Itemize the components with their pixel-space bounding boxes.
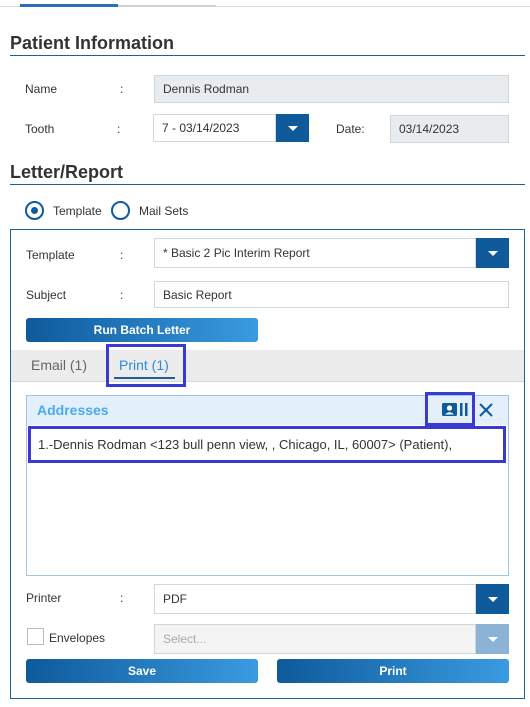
- subject-colon: :: [120, 288, 124, 302]
- top-tab-inactive-indicator[interactable]: [118, 5, 216, 7]
- close-icon[interactable]: [478, 402, 494, 418]
- radio-mail-sets[interactable]: [111, 201, 130, 220]
- save-button[interactable]: Save: [26, 659, 258, 683]
- radio-mail-sets-label[interactable]: Mail Sets: [139, 204, 188, 218]
- date-field[interactable]: 03/14/2023: [390, 115, 509, 143]
- name-label: Name: [25, 82, 58, 96]
- tooth-colon: :: [117, 122, 121, 136]
- chevron-down-icon: [487, 596, 498, 602]
- output-tabs-bar: [11, 350, 524, 382]
- printer-dropdown-button[interactable]: [476, 584, 509, 614]
- template-colon: :: [120, 248, 124, 262]
- radio-template-label[interactable]: Template: [53, 204, 102, 218]
- envelopes-checkbox[interactable]: [27, 628, 44, 645]
- name-field[interactable]: Dennis Rodman: [154, 75, 509, 103]
- letter-report-rule: [10, 184, 525, 185]
- print-button[interactable]: Print: [277, 659, 509, 683]
- printer-label: Printer: [26, 591, 62, 605]
- patient-information-title: Patient Information: [10, 33, 175, 53]
- chevron-down-icon: [287, 125, 298, 131]
- tooth-label: Tooth: [25, 122, 55, 136]
- template-select[interactable]: * Basic 2 Pic Interim Report: [154, 238, 476, 268]
- radio-selected-dot: [31, 207, 38, 214]
- subject-label: Subject: [26, 288, 67, 302]
- chevron-down-icon: [487, 250, 498, 256]
- printer-colon: :: [120, 591, 124, 605]
- template-label: Template: [26, 248, 75, 262]
- radio-template[interactable]: [25, 201, 44, 220]
- envelope-select[interactable]: Select...: [154, 624, 476, 654]
- subject-field[interactable]: Basic Report: [154, 281, 509, 308]
- tooth-dropdown-button[interactable]: [276, 114, 309, 142]
- addresses-title: Addresses: [37, 402, 109, 418]
- letter-report-title: Letter/Report: [10, 162, 124, 182]
- patient-information-rule: [10, 55, 525, 56]
- date-label: Date:: [336, 122, 365, 136]
- tooth-select[interactable]: 7 - 03/14/2023: [153, 114, 276, 142]
- envelopes-label[interactable]: Envelopes: [49, 631, 105, 645]
- template-dropdown-button[interactable]: [476, 238, 509, 268]
- chevron-down-icon: [487, 636, 498, 642]
- tab-email[interactable]: Email (1): [31, 357, 87, 373]
- address-card-icon[interactable]: [442, 401, 470, 419]
- printer-select[interactable]: PDF: [154, 584, 476, 614]
- name-colon: :: [120, 82, 124, 96]
- envelope-dropdown-button[interactable]: [476, 624, 509, 654]
- top-tab-active-indicator[interactable]: [20, 4, 118, 7]
- tab-print-highlight: [106, 344, 186, 387]
- run-batch-letter-button[interactable]: Run Batch Letter: [26, 318, 258, 342]
- address-item[interactable]: 1.-Dennis Rodman <123 bull penn view, , …: [38, 437, 452, 452]
